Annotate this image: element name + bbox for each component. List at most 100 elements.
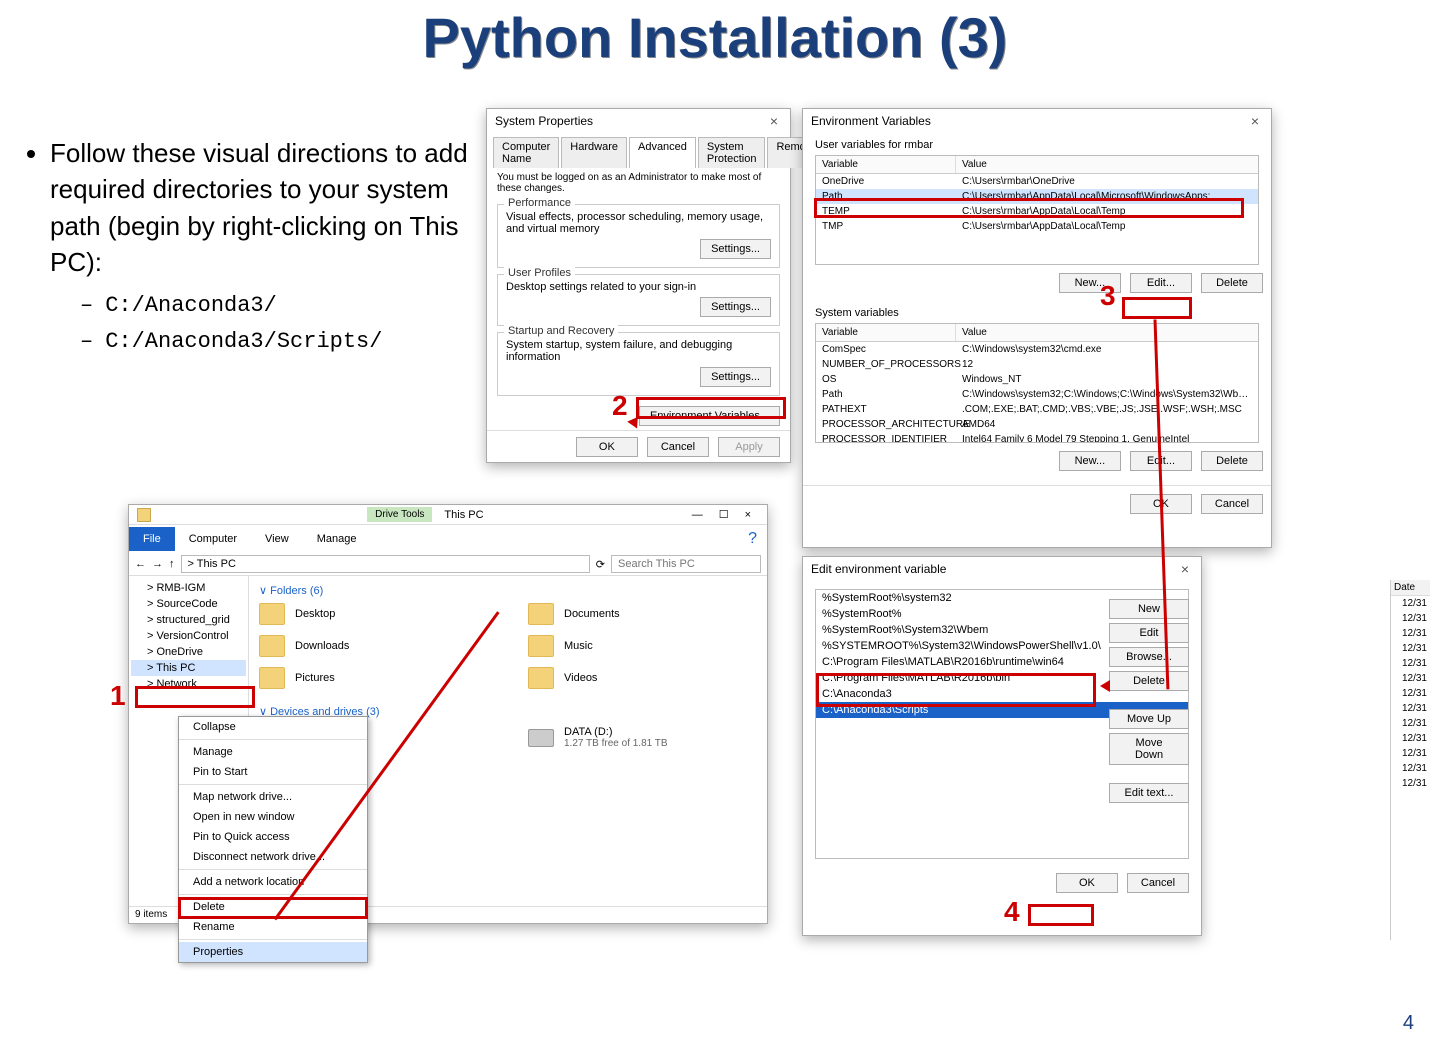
folder-item[interactable]: Music bbox=[528, 635, 757, 657]
user-vars-list[interactable]: VariableValue OneDriveC:\Users\rmbar\One… bbox=[815, 155, 1259, 265]
sys-var-row[interactable]: PROCESSOR_IDENTIFIERIntel64 Family 6 Mod… bbox=[816, 432, 1258, 443]
sys-var-row[interactable]: PATHEXT.COM;.EXE;.BAT;.CMD;.VBS;.VBE;.JS… bbox=[816, 402, 1258, 417]
user-delete-button[interactable]: Delete bbox=[1201, 273, 1263, 293]
drive-tools-label: Drive Tools bbox=[367, 507, 432, 522]
context-menu-item[interactable]: Rename bbox=[179, 917, 367, 937]
tree-node[interactable]: > Network bbox=[131, 676, 246, 692]
folder-item[interactable]: Downloads bbox=[259, 635, 488, 657]
date-cell: 12/31 bbox=[1391, 656, 1430, 671]
user-var-row[interactable]: OneDriveC:\Users\rmbar\OneDrive bbox=[816, 174, 1258, 189]
computer-tab[interactable]: Computer bbox=[175, 527, 251, 551]
sys-var-row[interactable]: OSWindows_NT bbox=[816, 372, 1258, 387]
tab-hardware[interactable]: Hardware bbox=[561, 137, 627, 168]
context-menu-item[interactable]: Collapse bbox=[179, 717, 367, 737]
context-menu-item[interactable]: Manage bbox=[179, 742, 367, 762]
drive-item[interactable]: DATA (D:)1.27 TB free of 1.81 TB bbox=[528, 726, 757, 749]
sys-new-button[interactable]: New... bbox=[1059, 451, 1121, 471]
editenv-edit-button[interactable]: Edit bbox=[1109, 623, 1189, 643]
startup-settings-button[interactable]: Settings... bbox=[700, 367, 771, 387]
context-menu-item[interactable]: Disconnect network drive... bbox=[179, 847, 367, 867]
date-cell: 12/31 bbox=[1391, 716, 1430, 731]
perf-settings-button[interactable]: Settings... bbox=[700, 239, 771, 259]
file-tab[interactable]: File bbox=[129, 527, 175, 551]
refresh-icon[interactable]: ⟳ bbox=[596, 558, 605, 571]
sys-var-row[interactable]: NUMBER_OF_PROCESSORS12 bbox=[816, 357, 1258, 372]
col-value: Value bbox=[956, 324, 1258, 341]
sys-vars-list[interactable]: VariableValue ComSpecC:\Windows\system32… bbox=[815, 323, 1259, 443]
tree-node[interactable]: > OneDrive bbox=[131, 644, 246, 660]
editenv-new-button[interactable]: New bbox=[1109, 599, 1189, 619]
apply-button[interactable]: Apply bbox=[718, 437, 780, 457]
date-cell: 12/31 bbox=[1391, 746, 1430, 761]
sys-var-row[interactable]: ComSpecC:\Windows\system32\cmd.exe bbox=[816, 342, 1258, 357]
tree-node[interactable]: > VersionControl bbox=[131, 628, 246, 644]
user-var-row[interactable]: TEMPC:\Users\rmbar\AppData\Local\Temp bbox=[816, 204, 1258, 219]
manage-tab[interactable]: Manage bbox=[303, 527, 371, 551]
folder-icon bbox=[259, 603, 285, 625]
page-number: 4 bbox=[1403, 1012, 1414, 1035]
date-cell: 12/31 bbox=[1391, 671, 1430, 686]
close-icon[interactable]: × bbox=[766, 113, 782, 129]
ok-button[interactable]: OK bbox=[576, 437, 638, 457]
tree-node[interactable]: > structured_grid bbox=[131, 612, 246, 628]
folder-item[interactable]: Desktop bbox=[259, 603, 488, 625]
editenv-moveup-button[interactable]: Move Up bbox=[1109, 709, 1189, 729]
slide-bullets: Follow these visual directions to add re… bbox=[20, 135, 470, 364]
folder-item[interactable]: Documents bbox=[528, 603, 757, 625]
cancel-button[interactable]: Cancel bbox=[647, 437, 709, 457]
minimize-icon[interactable]: — bbox=[684, 509, 711, 521]
profiles-text: Desktop settings related to your sign-in bbox=[506, 281, 771, 293]
sys-delete-button[interactable]: Delete bbox=[1201, 451, 1263, 471]
editenv-cancel-button[interactable]: Cancel bbox=[1127, 873, 1189, 893]
tree-node[interactable]: > SourceCode bbox=[131, 596, 246, 612]
sys-var-row[interactable]: PathC:\Windows\system32;C:\Windows;C:\Wi… bbox=[816, 387, 1258, 402]
user-var-row[interactable]: TMPC:\Users\rmbar\AppData\Local\Temp bbox=[816, 219, 1258, 234]
up-icon[interactable]: ↑ bbox=[169, 558, 175, 570]
callout-number-1: 1 bbox=[110, 680, 126, 712]
callout-number-3: 3 bbox=[1100, 280, 1116, 312]
editenv-ok-button[interactable]: OK bbox=[1056, 873, 1118, 893]
tab-system-protection[interactable]: System Protection bbox=[698, 137, 766, 168]
tree-node[interactable]: > RMB-IGM bbox=[131, 580, 246, 596]
profiles-settings-button[interactable]: Settings... bbox=[700, 297, 771, 317]
back-icon[interactable]: ← bbox=[135, 558, 146, 570]
editenv-title: Edit environment variable bbox=[811, 562, 946, 576]
date-cell: 12/31 bbox=[1391, 776, 1430, 791]
context-menu-item[interactable]: Pin to Start bbox=[179, 762, 367, 782]
close-icon[interactable]: × bbox=[737, 509, 759, 521]
forward-icon[interactable]: → bbox=[152, 558, 163, 570]
folder-label: Videos bbox=[564, 672, 597, 684]
perf-title: Performance bbox=[504, 197, 575, 209]
view-tab[interactable]: View bbox=[251, 527, 303, 551]
folder-item[interactable]: Videos bbox=[528, 667, 757, 689]
editenv-browse-button[interactable]: Browse... bbox=[1109, 647, 1189, 667]
search-input[interactable] bbox=[611, 555, 761, 573]
context-menu-item[interactable]: Properties bbox=[179, 942, 367, 962]
folders-header: Folders (6) bbox=[270, 585, 323, 597]
help-icon[interactable]: ? bbox=[748, 530, 767, 548]
environment-variables-button[interactable]: Environment Variables... bbox=[639, 406, 780, 426]
tree-node[interactable]: > This PC bbox=[131, 660, 246, 676]
drive-free: 1.27 TB free of 1.81 TB bbox=[564, 738, 668, 749]
editenv-edittext-button[interactable]: Edit text... bbox=[1109, 783, 1189, 803]
editenv-delete-button[interactable]: Delete bbox=[1109, 671, 1189, 691]
maximize-icon[interactable]: ☐ bbox=[711, 508, 737, 521]
editenv-movedown-button[interactable]: Move Down bbox=[1109, 733, 1189, 765]
sys-var-row[interactable]: PROCESSOR_ARCHITECTUREAMD64 bbox=[816, 417, 1258, 432]
date-cell: 12/31 bbox=[1391, 626, 1430, 641]
environment-variables-dialog: Environment Variables × User variables f… bbox=[802, 108, 1272, 548]
context-menu: Collapse ManagePin to Start Map network dr… bbox=[178, 716, 368, 963]
context-menu-item[interactable]: Delete bbox=[179, 897, 367, 917]
user-var-row[interactable]: PathC:\Users\rmbar\AppData\Local\Microso… bbox=[816, 189, 1258, 204]
user-edit-button[interactable]: Edit... bbox=[1130, 273, 1192, 293]
sysprops-tabs: Computer Name Hardware Advanced System P… bbox=[487, 133, 790, 168]
context-menu-item[interactable]: Open in new window bbox=[179, 807, 367, 827]
close-icon[interactable]: × bbox=[1247, 113, 1263, 129]
context-menu-item[interactable]: Map network drive... bbox=[179, 787, 367, 807]
envvars-cancel-button[interactable]: Cancel bbox=[1201, 494, 1263, 514]
context-menu-item[interactable]: Add a network location bbox=[179, 872, 367, 892]
tab-computer-name[interactable]: Computer Name bbox=[493, 137, 559, 168]
address-bar[interactable]: > This PC bbox=[181, 555, 590, 573]
close-icon[interactable]: × bbox=[1177, 561, 1193, 577]
tab-advanced[interactable]: Advanced bbox=[629, 137, 696, 168]
